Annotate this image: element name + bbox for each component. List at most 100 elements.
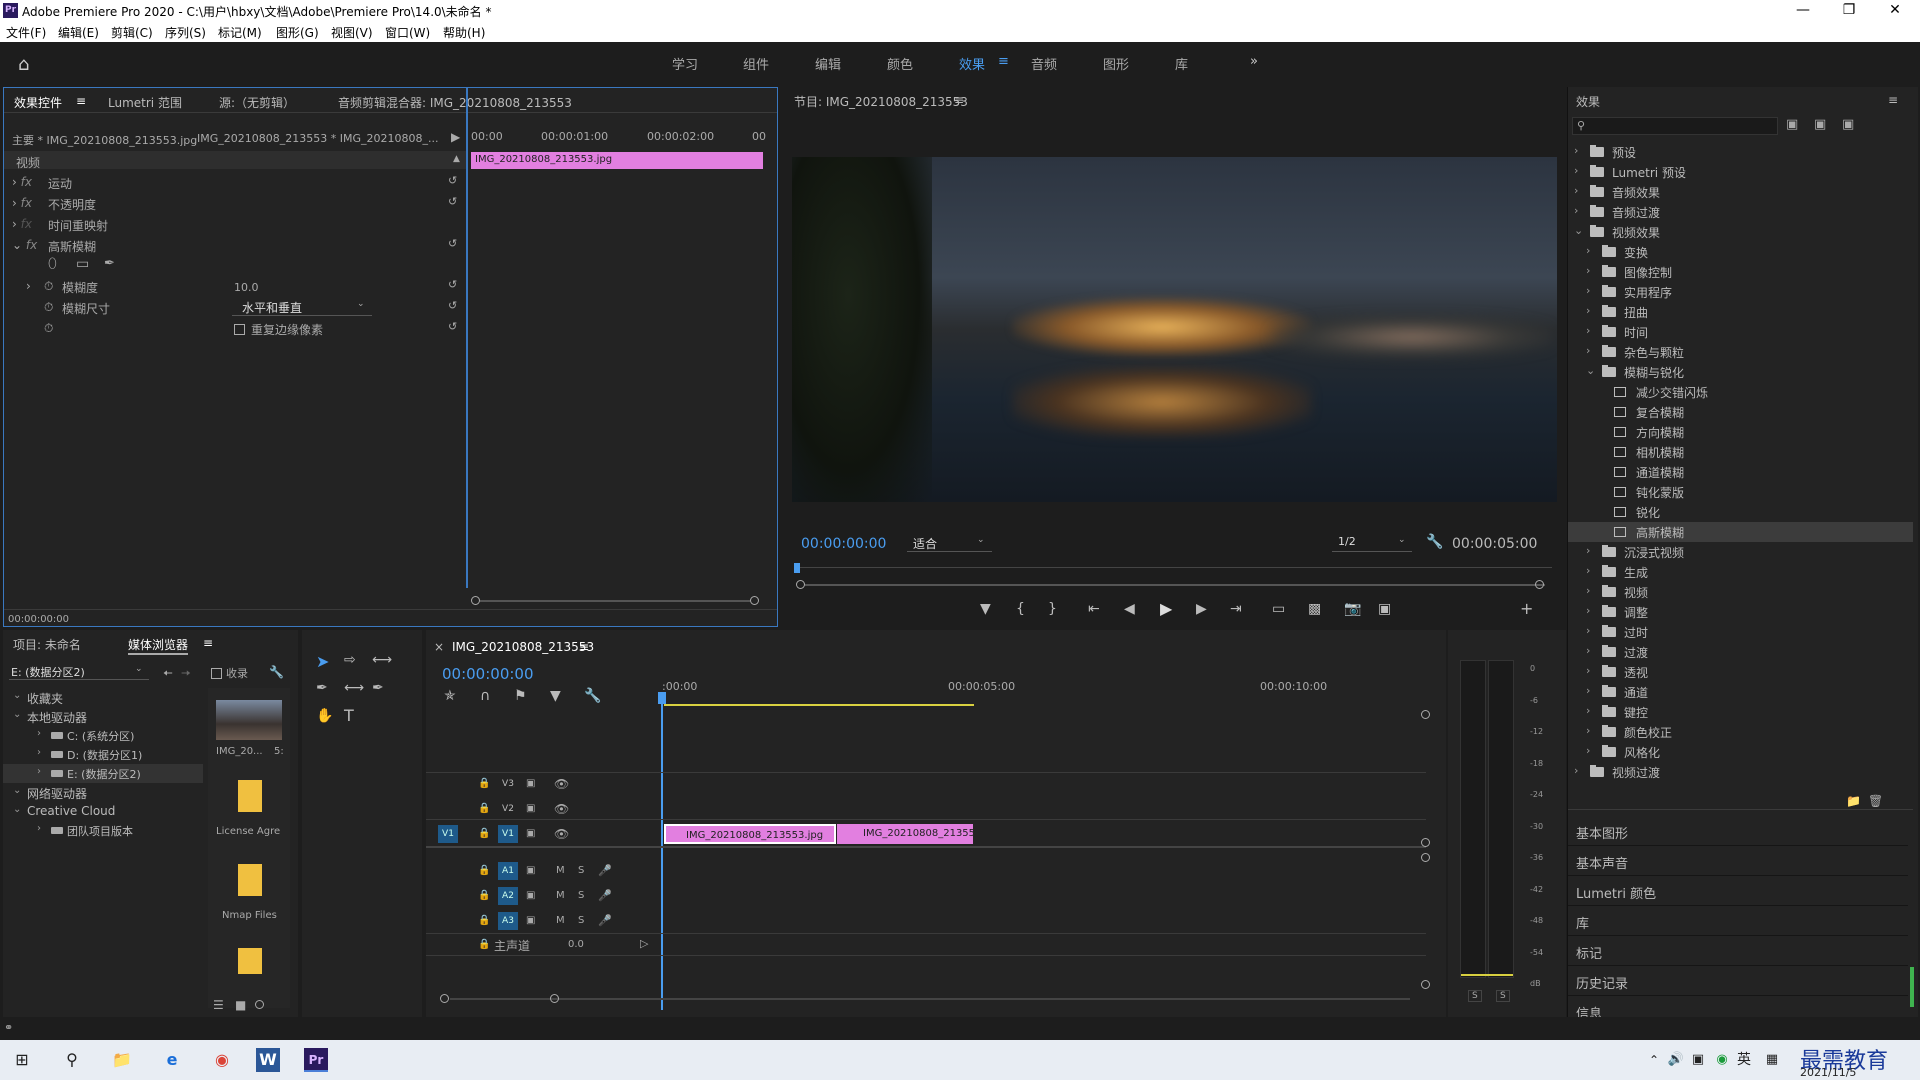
effect-preset-item[interactable]: 锐化	[1568, 502, 1913, 522]
chevron-right-icon[interactable]: ›	[1586, 264, 1590, 277]
chevron-down-icon[interactable]: ⌄	[1586, 364, 1595, 377]
mute-button[interactable]: M	[556, 865, 565, 876]
play-clip-icon[interactable]: ▶	[451, 130, 460, 144]
chevron-right-icon[interactable]: ›	[1574, 144, 1578, 157]
workspace-color[interactable]: 颜色	[887, 54, 913, 73]
add-marker-icon[interactable]: ▼	[550, 688, 561, 704]
solo-button[interactable]: S	[578, 915, 584, 926]
hand-tool-icon[interactable]: ✋	[316, 708, 333, 724]
chevron-right-icon[interactable]: ›	[37, 747, 41, 758]
tab-media-browser[interactable]: 媒体浏览器	[128, 636, 189, 655]
effect-folder-item[interactable]: › 调整	[1568, 602, 1913, 622]
tab-project[interactable]: 项目: 未命名	[13, 636, 81, 653]
sync-lock-icon[interactable]: ▣	[526, 828, 535, 839]
effect-folder-item[interactable]: › 生成	[1568, 562, 1913, 582]
pen-tool-icon[interactable]: ✒	[372, 680, 384, 696]
rect-mask-icon[interactable]: ▭	[76, 256, 89, 272]
menu-file[interactable]: 文件(F)	[6, 24, 46, 41]
solo-left-button[interactable]: S	[1468, 990, 1482, 1002]
type-tool-icon[interactable]: T	[344, 706, 354, 725]
effect-folder-item[interactable]: › 变换	[1568, 242, 1913, 262]
track-v1[interactable]: V1	[498, 825, 518, 843]
stopwatch-icon[interactable]: ⏱	[44, 321, 53, 336]
effect-preset-item[interactable]: 复合模糊	[1568, 402, 1913, 422]
effect-opacity[interactable]: 不透明度	[48, 196, 96, 213]
icon-view-icon[interactable]: ■	[235, 998, 246, 1012]
tab-menu-icon[interactable]: ≡	[76, 94, 86, 108]
track-a1[interactable]: A1	[498, 862, 518, 880]
effect-folder-item[interactable]: › 键控	[1568, 702, 1913, 722]
chevron-right-icon[interactable]: ›	[37, 728, 41, 739]
add-marker-icon[interactable]: ▼	[980, 601, 991, 617]
effects-menu-icon[interactable]: ≡	[1888, 93, 1898, 107]
effect-folder-item[interactable]: › 预设	[1568, 142, 1913, 162]
side-section-item[interactable]: 基本声音	[1568, 847, 1908, 876]
eye-icon[interactable]: 👁	[554, 802, 569, 816]
chevron-right-icon[interactable]: ›	[1586, 624, 1590, 637]
microphone-icon[interactable]: 🎤	[598, 864, 612, 877]
media-tree-item[interactable]: ⌄ 收藏夹	[3, 688, 203, 707]
chevron-right-icon[interactable]: ›	[1586, 284, 1590, 297]
media-tree-item[interactable]: › 团队项目版本	[3, 821, 203, 840]
chevron-right-icon[interactable]: ›	[1586, 564, 1590, 577]
go-to-end-icon[interactable]: ▷	[640, 937, 648, 950]
effect-folder-item[interactable]: › 视频过渡	[1568, 762, 1913, 782]
effect-folder-item[interactable]: › 杂色与颗粒	[1568, 342, 1913, 362]
pen-mask-icon[interactable]: ✒	[104, 256, 115, 271]
reset-blur-amount-icon[interactable]: ↺	[448, 279, 460, 291]
effect-folder-item[interactable]: › 过渡	[1568, 642, 1913, 662]
effect-motion[interactable]: 运动	[48, 175, 72, 192]
ec-zoom-handle-left[interactable]	[471, 596, 480, 605]
lock-icon[interactable]: 🔒	[478, 828, 490, 839]
sync-lock-icon[interactable]: ▣	[526, 890, 535, 901]
media-tree-item[interactable]: › C: (系统分区)	[3, 726, 203, 745]
quality-dropdown[interactable]: 1/2 ⌄	[1332, 534, 1412, 552]
microphone-icon[interactable]: 🎤	[598, 889, 612, 902]
scrollbar[interactable]	[1910, 967, 1914, 1007]
menu-graphics[interactable]: 图形(G)	[276, 24, 319, 41]
ec-timecode[interactable]: 00:00:00:00	[8, 614, 69, 625]
chevron-right-icon[interactable]: ›	[1586, 304, 1590, 317]
media-tree-item[interactable]: ⌄ 网络驱动器	[3, 783, 203, 802]
reset-opacity-icon[interactable]: ↺	[448, 196, 460, 208]
chevron-right-icon[interactable]: ›	[1586, 664, 1590, 677]
chevron-right-icon[interactable]: ›	[1586, 744, 1590, 757]
track-v3[interactable]: V3	[498, 775, 518, 793]
forward-arrow-icon[interactable]: 🠦	[181, 664, 191, 685]
ellipse-mask-icon[interactable]: ⬯	[48, 256, 57, 272]
effect-folder-item[interactable]: › Lumetri 预设	[1568, 162, 1913, 182]
lock-icon[interactable]: 🔒	[478, 915, 490, 926]
accelerated-effects-icon[interactable]: ▣	[1786, 117, 1798, 132]
reset-blur-dim-icon[interactable]: ↺	[448, 300, 460, 312]
chevron-right-icon[interactable]: ›	[1586, 244, 1590, 257]
keyboard-icon[interactable]: ▦	[1758, 1046, 1786, 1074]
list-view-icon[interactable]: ☰	[213, 998, 224, 1012]
chevron-right-icon[interactable]: ›	[37, 823, 41, 834]
tab-source[interactable]: 源:（无剪辑）	[219, 94, 295, 111]
solo-right-button[interactable]: S	[1496, 990, 1510, 1002]
search-icon[interactable]: ⚲	[58, 1046, 86, 1074]
delete-icon[interactable]: 🗑	[1868, 794, 1883, 808]
chevron-right-icon[interactable]: ›	[1586, 684, 1590, 697]
effect-folder-item[interactable]: › 实用程序	[1568, 282, 1913, 302]
microphone-icon[interactable]: 🎤	[598, 914, 612, 927]
effect-folder-item[interactable]: › 颜色校正	[1568, 722, 1913, 742]
media-tree-item[interactable]: › E: (数据分区2)	[3, 764, 203, 783]
step-forward-icon[interactable]: ▶	[1196, 601, 1207, 617]
lock-icon[interactable]: 🔒	[478, 939, 490, 950]
mute-button[interactable]: M	[556, 915, 565, 926]
comparison-view-icon[interactable]: ▣	[1378, 601, 1391, 617]
chrome-icon[interactable]: ◉	[208, 1046, 236, 1074]
sync-lock-icon[interactable]: ▣	[526, 915, 535, 926]
timeline-zoom-right[interactable]	[550, 994, 559, 1003]
stopwatch-icon[interactable]: ⏱	[44, 300, 53, 315]
reset-blur-icon[interactable]: ↺	[448, 238, 460, 250]
new-bin-icon[interactable]: 📁	[1846, 794, 1861, 808]
stopwatch-icon[interactable]: ⏱	[44, 279, 53, 294]
chevron-down-icon[interactable]: ⌄	[13, 785, 21, 796]
workspace-graphics[interactable]: 图形	[1103, 54, 1129, 73]
chevron-right-icon[interactable]: ›	[1586, 724, 1590, 737]
program-menu-icon[interactable]: ≡	[954, 93, 964, 107]
chevron-down-icon[interactable]: ⌄	[13, 804, 21, 815]
effects-title[interactable]: 效果	[1576, 93, 1600, 110]
